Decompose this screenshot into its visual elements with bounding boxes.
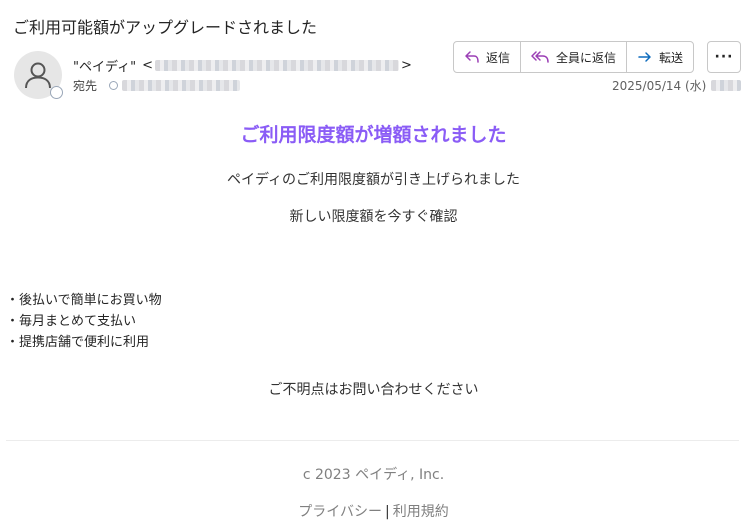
to-label: 宛先 <box>73 79 98 93</box>
body-line-check-link[interactable]: 新しい限度額を今すぐ確認 <box>0 206 747 226</box>
message-actions: 返信 全員に返信 転送 <box>453 41 695 73</box>
sender-bracket-close: > <box>400 58 412 73</box>
reply-all-icon <box>531 51 549 63</box>
footer-links: プライバシー | 利用規約 <box>0 501 747 521</box>
list-item: ・提携店舗で便利に利用 <box>6 335 150 350</box>
forward-label: 転送 <box>659 50 684 65</box>
person-icon <box>25 62 51 89</box>
reply-all-button[interactable]: 全員に返信 <box>521 42 628 72</box>
reply-button[interactable]: 返信 <box>454 42 522 72</box>
terms-link[interactable]: 利用規約 <box>393 504 449 520</box>
received-date: 2025/05/14 (水) <box>612 79 707 93</box>
contact-text: ご不明点はお問い合わせください <box>268 382 479 398</box>
privacy-link[interactable]: プライバシー <box>298 504 382 520</box>
presence-status-icon <box>50 86 63 99</box>
recipient-line[interactable]: 宛先 <box>73 77 241 94</box>
footer-divider <box>6 440 739 441</box>
recipient-status-icon <box>109 81 119 90</box>
reply-label: 返信 <box>486 50 511 65</box>
reply-icon <box>465 51 479 63</box>
forward-arrow-icon <box>638 52 651 62</box>
feature-list: ・後払いで簡単にお買い物 ・毎月まとめて支払い ・提携店舗で便利に利用 <box>6 290 162 353</box>
sender-name: "ペイディ" <box>73 60 137 75</box>
more-actions-button[interactable]: ··· <box>707 41 741 73</box>
reply-all-label: 全員に返信 <box>556 50 617 65</box>
body-line-increase: ペイディのご利用限度額が引き上げられました <box>226 172 521 188</box>
time-redacted <box>711 80 742 91</box>
sender-bracket-open: < <box>142 58 153 73</box>
date-line: 2025/05/14 (水) <box>612 77 742 94</box>
list-item: ・後払いで簡単にお買い物 <box>6 293 162 308</box>
sender-line[interactable]: "ペイディ" < > <box>73 56 412 75</box>
sender-email-redacted <box>154 60 399 71</box>
copyright-text: c 2023 ペイディ, Inc. <box>302 467 445 483</box>
forward-button[interactable]: 転送 <box>627 42 693 72</box>
body-headline: ご利用限度額が増額されました <box>240 124 507 146</box>
footer-link-separator: | <box>385 504 390 520</box>
list-item: ・毎月まとめて支払い <box>6 314 137 329</box>
recipient-redacted <box>122 80 241 91</box>
email-subject: ご利用可能額がアップグレードされました <box>13 18 318 37</box>
